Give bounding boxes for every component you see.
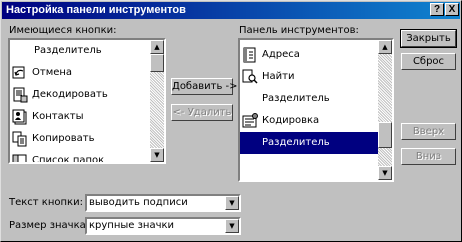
available-item-separator[interactable]: Разделитель [10,40,150,62]
available-item-folder-list[interactable]: Список папок [10,150,150,162]
toolbar-buttons-list[interactable]: Адреса Найти Разделитель Кодировка Разде… [238,38,394,182]
move-down-button[interactable]: Вниз [401,148,456,165]
available-buttons-label: Имеющиеся кнопки: [9,25,117,36]
customize-toolbar-dialog: Настройка панели инструментов ? X Имеющи… [0,0,462,242]
contacts-icon [12,109,27,125]
scroll-thumb[interactable] [150,54,164,72]
reset-button[interactable]: Сброс [401,53,456,70]
available-buttons-list[interactable]: Разделитель Отмена Декодировать Контакты… [8,38,166,164]
addresses-icon [243,47,256,63]
close-button[interactable]: Закрыть [400,29,457,48]
toolbar-buttons-label: Панель инструментов: [239,25,359,36]
close-window-button[interactable]: X [445,3,459,16]
button-text-label: Текст кнопки: [9,197,83,208]
encoding-icon [242,113,258,128]
icon-size-combo[interactable]: крупные значки ▼ [85,217,241,235]
chevron-down-icon[interactable]: ▼ [225,219,239,233]
icon-size-label: Размер значка: [9,220,90,231]
available-item-decode[interactable]: Декодировать [10,84,150,106]
toolbar-item-find[interactable]: Найти [240,66,378,88]
title-bar[interactable]: Настройка панели инструментов ? X [2,2,460,19]
add-button[interactable]: Добавить -> [171,78,238,95]
button-text-combo[interactable]: выводить подписи ▼ [85,194,241,212]
help-button[interactable]: ? [430,3,444,16]
toolbar-item-addresses[interactable]: Адреса [240,44,378,66]
available-list-scrollbar[interactable]: ▲ ▼ [150,40,164,162]
scroll-up-icon[interactable]: ▲ [150,40,164,54]
available-item-contacts[interactable]: Контакты [10,106,150,128]
toolbar-list-scrollbar[interactable]: ▲ ▼ [378,40,392,180]
window-title: Настройка панели инструментов [6,4,186,16]
remove-button[interactable]: <- Удалить [171,104,233,121]
available-item-undo[interactable]: Отмена [10,62,150,84]
toolbar-item-encoding[interactable]: Кодировка [240,110,378,132]
chevron-down-icon[interactable]: ▼ [225,196,239,210]
available-item-copy[interactable]: Копировать [10,128,150,150]
copy-icon [12,131,27,147]
scroll-down-icon[interactable]: ▼ [378,166,392,180]
toolbar-item-separator[interactable]: Разделитель [240,88,378,110]
scroll-up-icon[interactable]: ▲ [378,40,392,54]
folder-list-icon [12,154,27,162]
find-icon [242,69,258,84]
undo-icon [12,66,25,79]
toolbar-item-separator-selected[interactable]: Разделитель [240,132,378,154]
scroll-down-icon[interactable]: ▼ [150,148,164,162]
move-up-button[interactable]: Вверх [401,123,456,140]
scroll-thumb[interactable] [378,122,392,148]
decode-icon [13,87,28,103]
